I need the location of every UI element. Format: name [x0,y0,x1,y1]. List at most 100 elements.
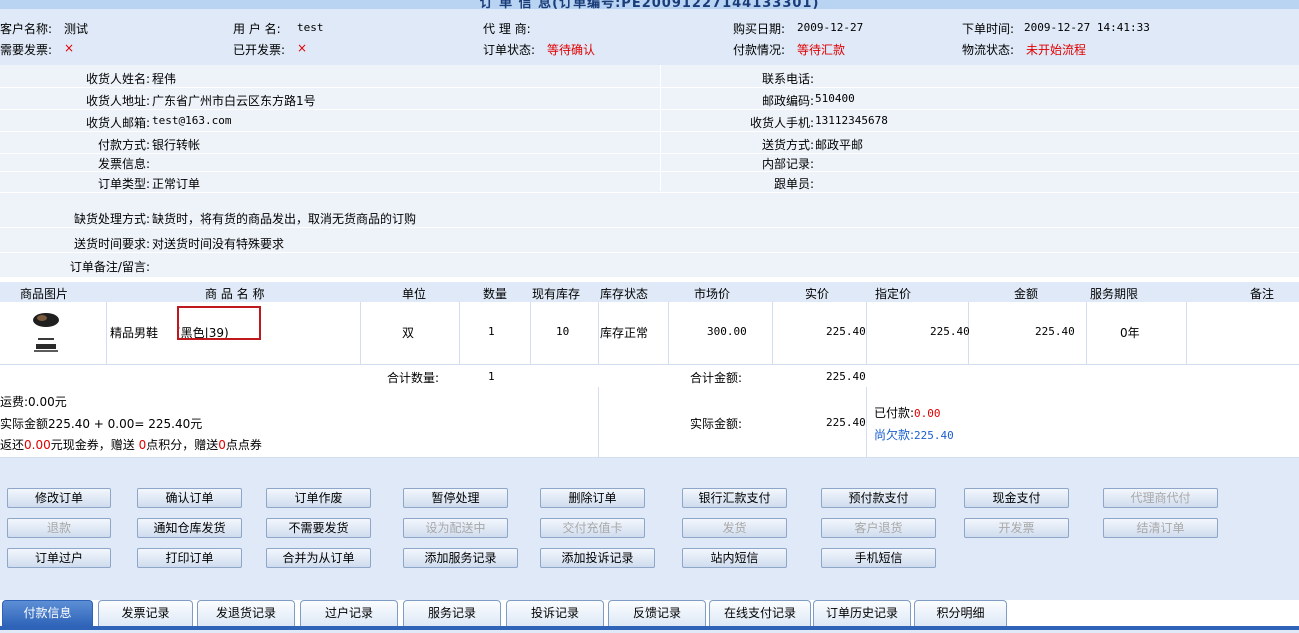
actual-amount-label: 实际金额: [690,417,743,431]
logistics-value: 未开始流程 [1026,43,1087,57]
detail-row: 送货时间要求: 对送货时间没有特殊要求 [0,232,1299,253]
action-panel: 修改订单 确认订单 订单作废 暂停处理 删除订单 银行汇款支付 预付款支付 现金… [0,458,1299,600]
no-shipping-button[interactable]: 不需要发货 [266,518,371,538]
freight-text: 运费:0.00元 [0,395,67,409]
order-time-value: 2009-12-27 14:41:33 [1024,21,1150,34]
buy-date-value: 2009-12-27 [797,21,864,34]
detail-value: 广东省广州市白云区东方路1号 [152,94,316,108]
buy-date-label: 购买日期: [733,22,786,36]
col-name: 商 品 名 称 [205,287,265,301]
order-title-bar: 订 单 信 息(订单编号:PE20091227144133301) [0,0,1299,9]
customer-return-button[interactable]: 客户退货 [821,518,936,538]
detail-label: 收货人姓名: [85,72,150,86]
product-stock: 10 [556,325,570,338]
detail-value: 正常订单 [152,177,201,191]
col-stock-status: 库存状态 [600,287,649,301]
site-message-button[interactable]: 站内短信 [682,548,787,568]
order-status-label: 订单状态: [483,43,536,57]
detail-row: 付款方式: 银行转帐 送货方式: 邮政平邮 [0,133,1299,154]
username-label: 用 户 名: [233,22,281,36]
total-qty-label: 合计数量: [387,371,440,385]
detail-row: 发票信息: 内部记录: [0,153,1299,172]
actual-formula: 实际金额225.40 + 0.00= 225.40元 [0,417,203,431]
detail-row: 订单类型: 正常订单 跟单员: [0,172,1299,193]
detail-label-2: 送货方式: [761,138,814,152]
transfer-order-button[interactable]: 订单过户 [7,548,111,568]
product-amount: 225.40 [1035,325,1075,338]
delete-order-button[interactable]: 删除订单 [540,488,645,508]
settle-order-button[interactable]: 结清订单 [1103,518,1218,538]
void-order-button[interactable]: 订单作废 [266,488,371,508]
tab-transfer-records[interactable]: 过户记录 [300,600,398,626]
rebate-prefix: 返还 [0,438,25,452]
detail-row: 收货人邮箱: test@163.com 收货人手机: 13112345678 [0,111,1299,132]
shipping-details: 收货人姓名: 程伟 联系电话: 收货人地址: 广东省广州市白云区东方路1号 邮政… [0,65,1299,277]
detail-value-2: 邮政平邮 [815,138,864,152]
detail-row: 订单备注/留言: [0,255,1299,275]
detail-label-2: 联系电话: [761,72,814,86]
shoe-icon [33,313,59,352]
totals-row: 合计数量: 1 合计金额: 225.40 [0,364,1299,388]
set-delivering-button[interactable]: 设为配送中 [403,518,508,538]
invoiced-label: 已开发票: [233,43,286,57]
detail-label-2: 内部记录: [761,157,814,171]
product-unit: 双 [402,326,415,340]
add-complaint-record-button[interactable]: 添加投诉记录 [540,548,655,568]
product-image[interactable] [30,308,62,354]
detail-value: 缺货时，将有货的商品发出，取消无货商品的订购 [152,212,417,226]
order-header: 客户名称: 测试 用 户 名: test 代 理 商: 购买日期: 2009-1… [0,9,1299,65]
cash-pay-button[interactable]: 现金支付 [964,488,1069,508]
confirm-order-button[interactable]: 确认订单 [137,488,242,508]
agent-label: 代 理 商: [483,22,531,36]
invoiced-value: × [297,41,308,55]
need-invoice-label: 需要发票: [0,43,53,57]
detail-value: 银行转帐 [152,138,201,152]
points-mid: 点积分，赠送 [146,438,219,452]
pause-order-button[interactable]: 暂停处理 [403,488,508,508]
payment-value: 等待汇款 [797,43,846,57]
rebate-amount: 0.00 [24,438,51,452]
detail-label: 缺货处理方式: [73,212,150,226]
agent-pay-button[interactable]: 代理商代付 [1103,488,1218,508]
payment-label: 付款情况: [733,43,786,57]
tab-service-records[interactable]: 服务记录 [403,600,501,626]
tab-order-history[interactable]: 订单历史记录 [813,600,911,626]
merge-order-button[interactable]: 合并为从订单 [266,548,371,568]
detail-label: 订单类型: [97,177,150,191]
tab-shipping-return-records[interactable]: 发退货记录 [197,600,295,626]
notify-warehouse-button[interactable]: 通知仓库发货 [137,518,242,538]
detail-row: 收货人地址: 广东省广州市白云区东方路1号 邮政编码: 510400 [0,89,1299,110]
spec-highlight-box [177,306,261,340]
edit-order-button[interactable]: 修改订单 [7,488,111,508]
detail-value: 程伟 [152,72,177,86]
deliver-card-button[interactable]: 交付充值卡 [540,518,645,538]
tab-feedback-records[interactable]: 反馈记录 [608,600,706,626]
tab-payment-info[interactable]: 付款信息 [2,600,93,626]
sms-button[interactable]: 手机短信 [821,548,936,568]
prepaid-pay-button[interactable]: 预付款支付 [821,488,936,508]
paid-label: 已付款: [874,406,915,420]
detail-label: 送货时间要求: [73,237,150,251]
bank-transfer-pay-button[interactable]: 银行汇款支付 [682,488,787,508]
col-amount: 金额 [1014,287,1039,301]
tab-points-detail[interactable]: 积分明细 [914,600,1007,626]
issue-invoice-button[interactable]: 开发票 [964,518,1069,538]
col-real-price: 实价 [805,287,830,301]
tab-online-payment-records[interactable]: 在线支付记录 [709,600,811,626]
detail-label: 收货人邮箱: [85,116,150,130]
detail-label-2: 邮政编码: [761,94,814,108]
print-order-button[interactable]: 打印订单 [137,548,242,568]
tab-invoice-records[interactable]: 发票记录 [98,600,193,626]
payment-summary: 运费:0.00元 实际金额225.40 + 0.00= 225.40元 返还0.… [0,387,1299,458]
tab-complaint-records[interactable]: 投诉记录 [506,600,604,626]
product-service: 0年 [1120,326,1140,340]
detail-value: 对送货时间没有特殊要求 [152,237,285,251]
add-service-record-button[interactable]: 添加服务记录 [403,548,518,568]
detail-label: 订单备注/留言: [69,260,150,274]
refund-button[interactable]: 退款 [7,518,111,538]
total-qty-value: 1 [488,370,495,383]
username-value: test [297,21,324,34]
detail-value-2: 13112345678 [815,114,888,127]
col-set-price: 指定价 [875,287,912,301]
ship-button[interactable]: 发货 [682,518,787,538]
